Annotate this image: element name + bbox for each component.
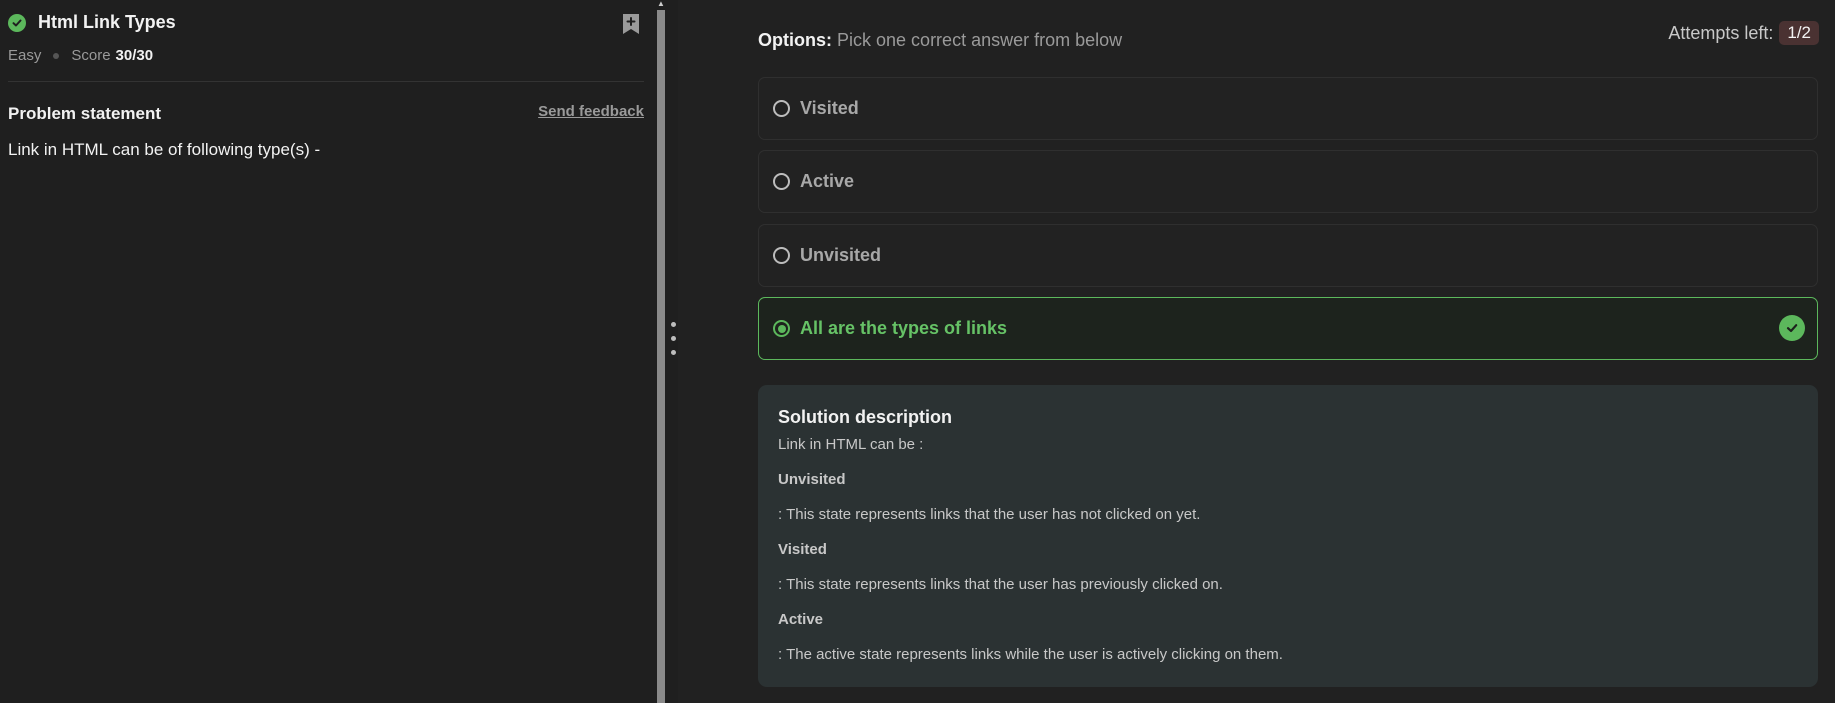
drag-handle-icon[interactable] <box>671 336 676 341</box>
options-heading: Options: Pick one correct answer from be… <box>758 30 1122 51</box>
option-label: All are the types of links <box>800 318 1008 338</box>
attempts-indicator: Attempts left: 1/2 <box>1668 21 1819 45</box>
problem-meta: Easy Score 30/30 <box>8 47 153 64</box>
options-heading-text: Pick one correct answer from below <box>837 30 1123 50</box>
solution-line: Link in HTML can be : <box>778 436 924 453</box>
solution-heading: Solution description <box>778 407 952 427</box>
solution-line: : The active state represents links whil… <box>778 646 1283 663</box>
option-label: Unvisited <box>800 245 882 265</box>
scroll-up-arrow-icon[interactable]: ▲ <box>656 0 666 8</box>
options-panel: Options: Pick one correct answer from be… <box>678 0 1835 703</box>
problem-statement-text: Link in HTML can be of following type(s)… <box>8 140 321 159</box>
drag-handle-icon[interactable] <box>671 322 676 327</box>
score-label: Score <box>71 47 111 64</box>
separator-dot <box>53 52 60 59</box>
solved-check-icon <box>8 13 26 32</box>
difficulty-label: Easy <box>8 47 42 64</box>
problem-statement-heading: Problem statement <box>8 104 162 123</box>
option-visited[interactable]: Visited <box>758 77 1818 140</box>
solution-line: : This state represents links that the u… <box>778 576 1223 593</box>
drag-handle-icon[interactable] <box>671 350 676 355</box>
solution-term: Unvisited <box>778 471 846 488</box>
solution-line: : This state represents links that the u… <box>778 506 1201 523</box>
option-all-types[interactable]: All are the types of links <box>758 297 1818 360</box>
option-unvisited[interactable]: Unvisited <box>758 224 1818 287</box>
score-value: 30/30 <box>115 47 154 64</box>
radio-button[interactable] <box>773 173 790 190</box>
bookmark-add-icon[interactable] <box>620 12 642 36</box>
title-row: Html Link Types <box>8 12 176 33</box>
solution-term: Active <box>778 611 824 628</box>
attempts-label: Attempts left: <box>1668 22 1774 43</box>
attempts-badge: 1/2 <box>1779 21 1819 45</box>
solution-description: Solution description Link in HTML can be… <box>758 385 1818 687</box>
radio-button[interactable] <box>773 247 790 264</box>
option-active[interactable]: Active <box>758 150 1818 213</box>
solution-term: Visited <box>778 541 827 558</box>
options-heading-bold: Options: <box>758 30 832 50</box>
option-label: Visited <box>800 98 859 118</box>
option-label: Active <box>800 171 855 191</box>
scrollbar-thumb[interactable] <box>657 10 665 703</box>
radio-button[interactable] <box>773 100 790 117</box>
divider <box>8 81 644 82</box>
problem-panel: Html Link Types Easy Score 30/30 Problem… <box>0 0 655 703</box>
check-circle-icon <box>1779 315 1805 341</box>
send-feedback-link[interactable]: Send feedback <box>538 103 644 120</box>
radio-button-selected[interactable] <box>773 320 790 337</box>
problem-title: Html Link Types <box>38 12 176 32</box>
